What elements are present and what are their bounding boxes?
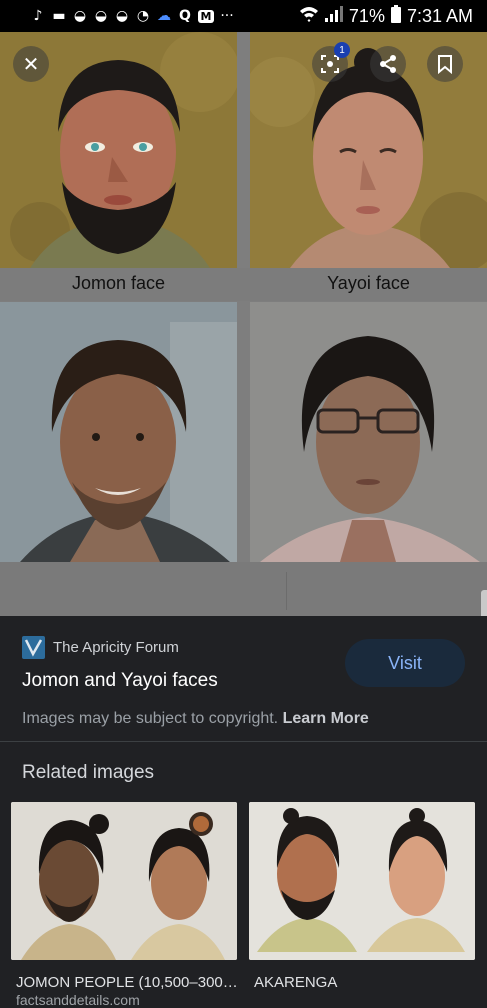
tiktok-icon: ♪ — [33, 8, 43, 24]
photo-left — [0, 302, 237, 562]
main-image: Jomon face Yayoi face — [0, 32, 487, 616]
copyright-text: Images may be subject to copyright. — [22, 710, 279, 727]
q-icon: Q — [179, 8, 191, 24]
related-heading: Related images — [22, 762, 155, 783]
related-image-1[interactable] — [11, 802, 237, 960]
messenger-icon: ◔ — [136, 8, 150, 24]
lens-badge: 1 — [334, 42, 350, 58]
source-name: The Apricity Forum — [53, 639, 179, 656]
related-image-2[interactable] — [249, 802, 475, 960]
image-title[interactable]: Jomon and Yayoi faces — [22, 670, 218, 692]
image-bottom-margin — [0, 562, 487, 616]
related-image-1-source: factsanddetails.com — [16, 992, 140, 1008]
image-divider — [286, 572, 287, 610]
photo-right — [250, 302, 487, 562]
signal-icon — [324, 5, 343, 27]
source-row[interactable]: The Apricity Forum — [22, 636, 179, 659]
caption-yayoi: Yayoi face — [327, 273, 410, 293]
bookmark-button[interactable] — [427, 46, 463, 82]
related-image-2-label[interactable]: AKARENGA — [254, 974, 479, 991]
caption-jomon: Jomon face — [71, 273, 166, 293]
payment-icon: ▬ — [52, 8, 66, 24]
close-button[interactable]: ✕ — [13, 46, 49, 82]
clock: 7:31 AM — [406, 5, 473, 26]
battery-percent: 71% — [348, 5, 385, 26]
bowl-icon: ◒ — [73, 8, 87, 24]
related-image-1-label[interactable]: JOMON PEOPLE (10,500–300… — [16, 974, 241, 991]
battery-icon — [390, 4, 401, 28]
info-panel: The Apricity Forum Jomon and Yayoi faces… — [0, 616, 487, 1008]
bowl-icon: ◒ — [94, 8, 108, 24]
visit-button[interactable]: Visit — [345, 639, 465, 687]
more-icon: ··· — [220, 8, 234, 24]
lens-icon — [321, 55, 339, 73]
share-icon — [380, 55, 396, 73]
notification-icons: ♪ ▬ ◒ ◒ ◒ ◔ ☁ Q M ··· — [30, 8, 235, 24]
divider — [0, 741, 487, 742]
lens-button[interactable]: 1 — [312, 42, 350, 82]
source-logo-icon — [22, 636, 45, 659]
learn-more-link[interactable]: Learn More — [283, 710, 369, 727]
close-icon: ✕ — [22, 53, 40, 76]
image-viewer[interactable]: Jomon face Yayoi face ✕ 1 — [0, 32, 487, 616]
m-icon: M — [198, 9, 214, 23]
bowl-icon: ◒ — [115, 8, 129, 24]
status-bar: ♪ ▬ ◒ ◒ ◒ ◔ ☁ Q M ··· 71% 7:31 AM — [0, 0, 487, 32]
share-button[interactable] — [370, 46, 406, 82]
bookmark-icon — [438, 55, 452, 74]
wifi-icon — [299, 6, 319, 27]
cloud-icon: ☁ — [157, 8, 171, 24]
copyright-notice: Images may be subject to copyright. Lear… — [22, 710, 369, 728]
